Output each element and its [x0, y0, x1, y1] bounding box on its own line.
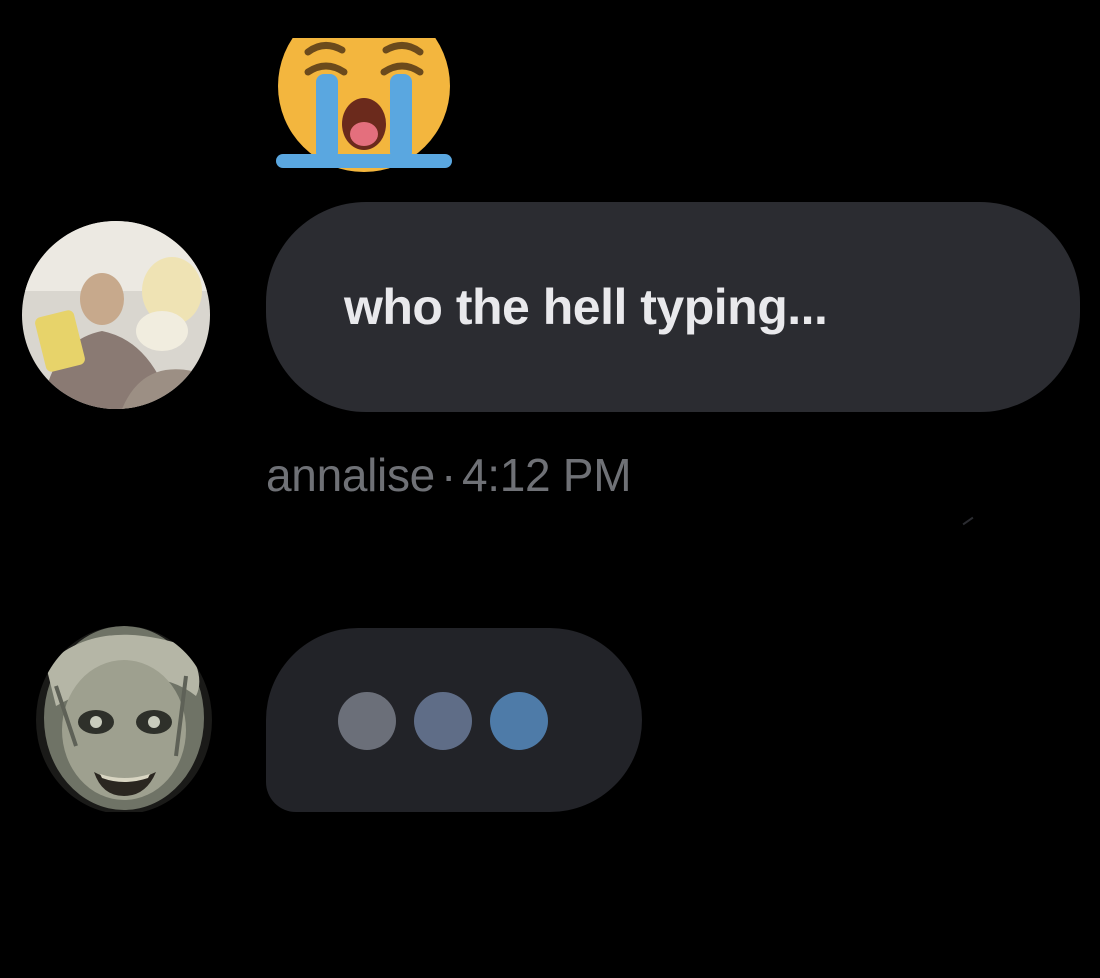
message-author[interactable]: annalise: [266, 449, 435, 501]
user-avatar: [22, 221, 210, 409]
message-meta: annalise · 4:12 PM: [266, 448, 632, 502]
crying-face-icon[interactable]: [272, 38, 456, 174]
message-timestamp: 4:12 PM: [462, 449, 632, 501]
typing-user-avatar[interactable]: [36, 626, 212, 814]
sender-avatar[interactable]: [22, 221, 210, 409]
typing-dot: [414, 692, 472, 750]
typing-dot: [338, 692, 396, 750]
message-text: who the hell typing...: [344, 279, 828, 335]
typing-dot: [490, 692, 548, 750]
user-avatar: [36, 626, 212, 814]
background-area: [0, 812, 1100, 978]
meta-separator: ·: [440, 449, 456, 501]
message-bubble[interactable]: who the hell typing...: [266, 202, 1080, 412]
divider-mark: [962, 516, 974, 526]
chat-thread: who the hell typing... annalise · 4:12 PM: [0, 0, 1100, 978]
